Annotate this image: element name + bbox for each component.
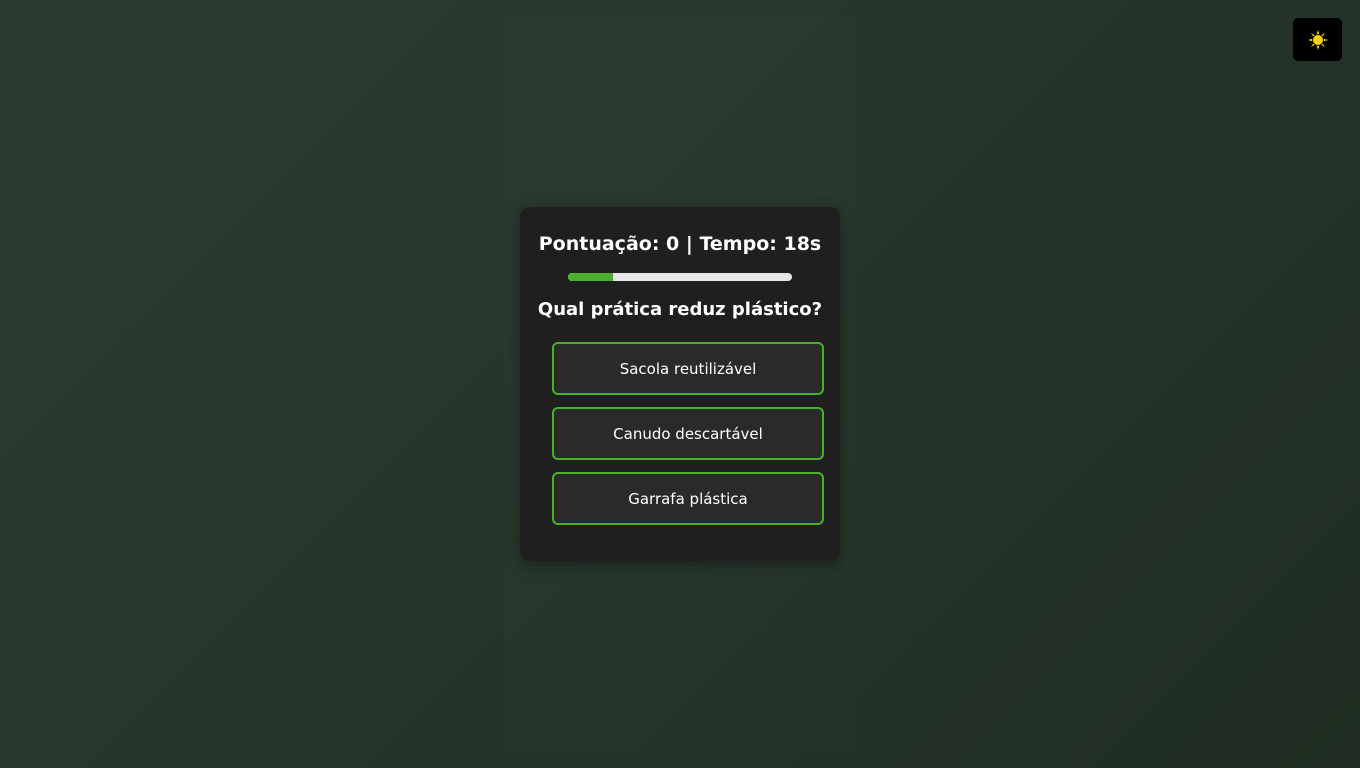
timer-progress-bar (568, 273, 792, 281)
question-text: Qual prática reduz plástico? (537, 299, 823, 320)
time-label: Tempo: (699, 233, 777, 255)
score-value: 0 (666, 233, 680, 255)
score-label: Pontuação: (538, 233, 660, 255)
time-value: 18s (783, 233, 822, 255)
sun-icon (1307, 29, 1328, 50)
score-timer-status: Pontuação: 0 | Tempo: 18s (520, 233, 840, 255)
timer-progress-fill (568, 273, 613, 281)
quiz-card: Pontuação: 0 | Tempo: 18s Qual prática r… (520, 207, 840, 561)
answer-button-1[interactable]: Sacola reutilizável (552, 342, 824, 395)
answer-button-2[interactable]: Canudo descartável (552, 407, 824, 460)
theme-toggle-button[interactable] (1293, 18, 1342, 61)
status-separator: | (685, 233, 693, 255)
answer-button-3[interactable]: Garrafa plástica (552, 472, 824, 525)
